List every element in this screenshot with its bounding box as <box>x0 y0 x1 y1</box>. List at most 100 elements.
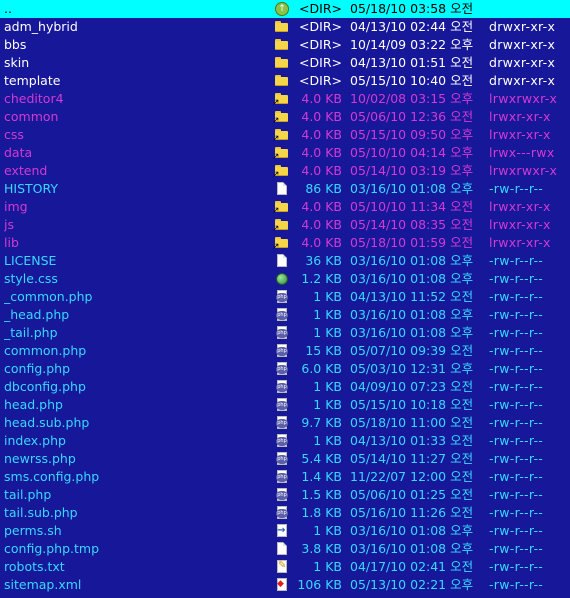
file-row[interactable]: _tail.php php 1 KB 03/16/10 01:08 오후 -rw-r--… <box>0 324 570 342</box>
file-row[interactable]: style.css 1.2 KB 03/16/10 01:08 오후 -rw-r--r… <box>0 270 570 288</box>
file-date: 04/17/10 02:41 오전 <box>350 559 474 574</box>
file-row[interactable]: config.php php 6.0 KB 05/03/10 12:31 오후 -rw-… <box>0 360 570 378</box>
file-row[interactable]: LICENSE 36 KB 03/16/10 01:08 오후 -rw-r--r-- <box>0 252 570 270</box>
file-row[interactable]: skin <DIR> 04/13/10 01:51 오전 drwxr-xr-x <box>0 54 570 72</box>
file-name: robots.txt <box>4 559 65 574</box>
file-row[interactable]: index.php php 1 KB 04/13/10 01:33 오전 -rw-r--… <box>0 432 570 450</box>
file-row[interactable]: head.php php 1 KB 05/15/10 10:18 오전 -rw-r--r… <box>0 396 570 414</box>
php-icon: php <box>274 343 290 359</box>
file-row[interactable]: extend ↗ 4.0 KB 05/14/10 03:19 오후 lrwxrwxr-x <box>0 162 570 180</box>
file-row[interactable]: sitemap.xml ◆ 106 KB 05/13/10 02:21 오후 -rw-r… <box>0 576 570 594</box>
file-row[interactable]: img ↗ 4.0 KB 05/10/10 11:34 오전 lrwxr-xr-x <box>0 198 570 216</box>
file-permissions: -rw-r--r-- <box>489 271 544 286</box>
file-row[interactable]: _common.php php 1 KB 04/13/10 11:52 오전 -rw-r… <box>0 288 570 306</box>
file-name: adm_hybrid <box>4 19 78 34</box>
file-row[interactable]: _head.php php 1 KB 03/16/10 01:08 오후 -rw-r--… <box>0 306 570 324</box>
file-permissions: -rw-r--r-- <box>489 577 544 592</box>
file-size: 1 KB <box>313 523 342 538</box>
file-size: 1 KB <box>313 325 342 340</box>
folder-icon <box>274 55 290 71</box>
file-name: template <box>4 73 61 88</box>
file-size: 3.8 KB <box>301 541 342 556</box>
php-icon: php <box>274 433 290 449</box>
file-date: 03/16/10 01:08 오후 <box>350 253 474 268</box>
file-size: 106 KB <box>297 577 342 592</box>
file-row[interactable]: cheditor4 ↗ 4.0 KB 10/02/08 03:15 오후 lrwxrwx… <box>0 90 570 108</box>
file-size: 4.0 KB <box>301 235 342 250</box>
file-permissions: drwxr-xr-x <box>489 55 556 70</box>
file-name: config.php.tmp <box>4 541 100 556</box>
php-icon: php <box>274 307 290 323</box>
file-permissions: lrwxr-xr-x <box>489 199 551 214</box>
folder-link-icon: ↗ <box>272 235 290 252</box>
php-icon: php <box>274 487 290 503</box>
file-size: 1 KB <box>313 307 342 322</box>
file-name: style.css <box>4 271 58 286</box>
file-name: skin <box>4 55 30 70</box>
file-permissions: -rw-r--r-- <box>489 307 544 322</box>
file-permissions: -rw-r--r-- <box>489 379 544 394</box>
file-size: 1 KB <box>313 397 342 412</box>
file-list[interactable]: .. ↑ <DIR> 05/18/10 03:58 오전 adm_hybrid <DIR>… <box>0 0 570 594</box>
file-row[interactable]: bbs <DIR> 10/14/09 03:22 오후 drwxr-xr-x <box>0 36 570 54</box>
file-permissions: -rw-r--r-- <box>489 523 544 538</box>
file-row[interactable]: js ↗ 4.0 KB 05/14/10 08:35 오전 lrwxr-xr-x <box>0 216 570 234</box>
file-name: HISTORY <box>4 181 59 196</box>
file-size: 4.0 KB <box>301 91 342 106</box>
file-size: 4.0 KB <box>301 145 342 160</box>
file-date: 03/16/10 01:08 오후 <box>350 541 474 556</box>
file-row[interactable]: config.php.tmp 3.8 KB 03/16/10 01:08 오후 -rw… <box>0 540 570 558</box>
file-permissions: -rw-r--r-- <box>489 325 544 340</box>
php-icon: php <box>274 325 290 341</box>
file-row[interactable]: HISTORY 86 KB 03/16/10 01:08 오후 -rw-r--r-- <box>0 180 570 198</box>
file-row[interactable]: css ↗ 4.0 KB 05/15/10 09:50 오후 lrwxr-xr-x <box>0 126 570 144</box>
file-date: 03/16/10 01:08 오후 <box>350 307 474 322</box>
file-permissions: -rw-r--r-- <box>489 433 544 448</box>
file-size: 1 KB <box>313 559 342 574</box>
file-row[interactable]: sms.config.php php 1.4 KB 11/22/07 12:00 오전… <box>0 468 570 486</box>
file-row[interactable]: tail.sub.php php 1.8 KB 05/16/10 11:26 오전 -r… <box>0 504 570 522</box>
file-row[interactable]: adm_hybrid <DIR> 04/13/10 02:44 오전 drwxr-xr… <box>0 18 570 36</box>
file-row[interactable]: head.sub.php php 9.7 KB 05/18/10 11:00 오전 -r… <box>0 414 570 432</box>
file-permissions: -rw-r--r-- <box>489 469 544 484</box>
php-icon: php <box>274 397 290 413</box>
file-name: dbconfig.php <box>4 379 86 394</box>
file-row[interactable]: newrss.php php 5.4 KB 05/14/10 11:27 오전 -rw-… <box>0 450 570 468</box>
document-icon <box>274 253 290 269</box>
file-name: bbs <box>4 37 27 52</box>
file-permissions: drwxr-xr-x <box>489 19 556 34</box>
file-size: 15 KB <box>305 343 342 358</box>
file-row[interactable]: common ↗ 4.0 KB 05/06/10 12:36 오전 lrwxr-xr-x <box>0 108 570 126</box>
file-name: cheditor4 <box>4 91 64 106</box>
file-name: .. <box>4 1 12 16</box>
file-name: tail.php <box>4 487 52 502</box>
file-row[interactable]: data ↗ 4.0 KB 05/10/10 04:14 오후 lrwx---rwx <box>0 144 570 162</box>
file-row[interactable]: robots.txt ✎ 1 KB 04/17/10 02:41 오전 -rw-r--r… <box>0 558 570 576</box>
file-row[interactable]: tail.php php 1.5 KB 05/06/10 01:25 오전 -rw-r-… <box>0 486 570 504</box>
file-name: head.php <box>4 397 63 412</box>
file-size: <DIR> <box>299 73 342 88</box>
file-permissions: lrwxr-xr-x <box>489 127 551 142</box>
file-row[interactable]: common.php php 15 KB 05/07/10 09:39 오전 -rw-r… <box>0 342 570 360</box>
file-row[interactable]: dbconfig.php php 1 KB 04/09/10 07:23 오전 -rw-… <box>0 378 570 396</box>
php-icon: php <box>274 505 290 521</box>
file-size: <DIR> <box>299 1 342 16</box>
file-size: <DIR> <box>299 37 342 52</box>
file-row[interactable]: template <DIR> 05/15/10 10:40 오전 drwxr-xr-x <box>0 72 570 90</box>
file-date: 03/16/10 01:08 오후 <box>350 181 474 196</box>
file-name: lib <box>4 235 19 250</box>
file-size: 1 KB <box>313 433 342 448</box>
file-name: perms.sh <box>4 523 62 538</box>
file-permissions: -rw-r--r-- <box>489 451 544 466</box>
file-date: 05/13/10 02:21 오후 <box>350 577 474 592</box>
file-row[interactable]: .. ↑ <DIR> 05/18/10 03:58 오전 <box>0 0 570 18</box>
css-icon <box>274 271 290 287</box>
file-row[interactable]: lib ↗ 4.0 KB 05/18/10 01:59 오전 lrwxr-xr-x <box>0 234 570 252</box>
file-size: <DIR> <box>299 55 342 70</box>
file-row[interactable]: perms.sh → 1 KB 03/16/10 01:08 오후 -rw-r--r-- <box>0 522 570 540</box>
file-date: 04/13/10 02:44 오전 <box>350 19 474 34</box>
file-permissions: lrwxrwxr-x <box>489 163 558 178</box>
file-date: 05/18/10 01:59 오전 <box>350 235 474 250</box>
file-name: extend <box>4 163 48 178</box>
folder-link-icon: ↗ <box>272 199 290 216</box>
